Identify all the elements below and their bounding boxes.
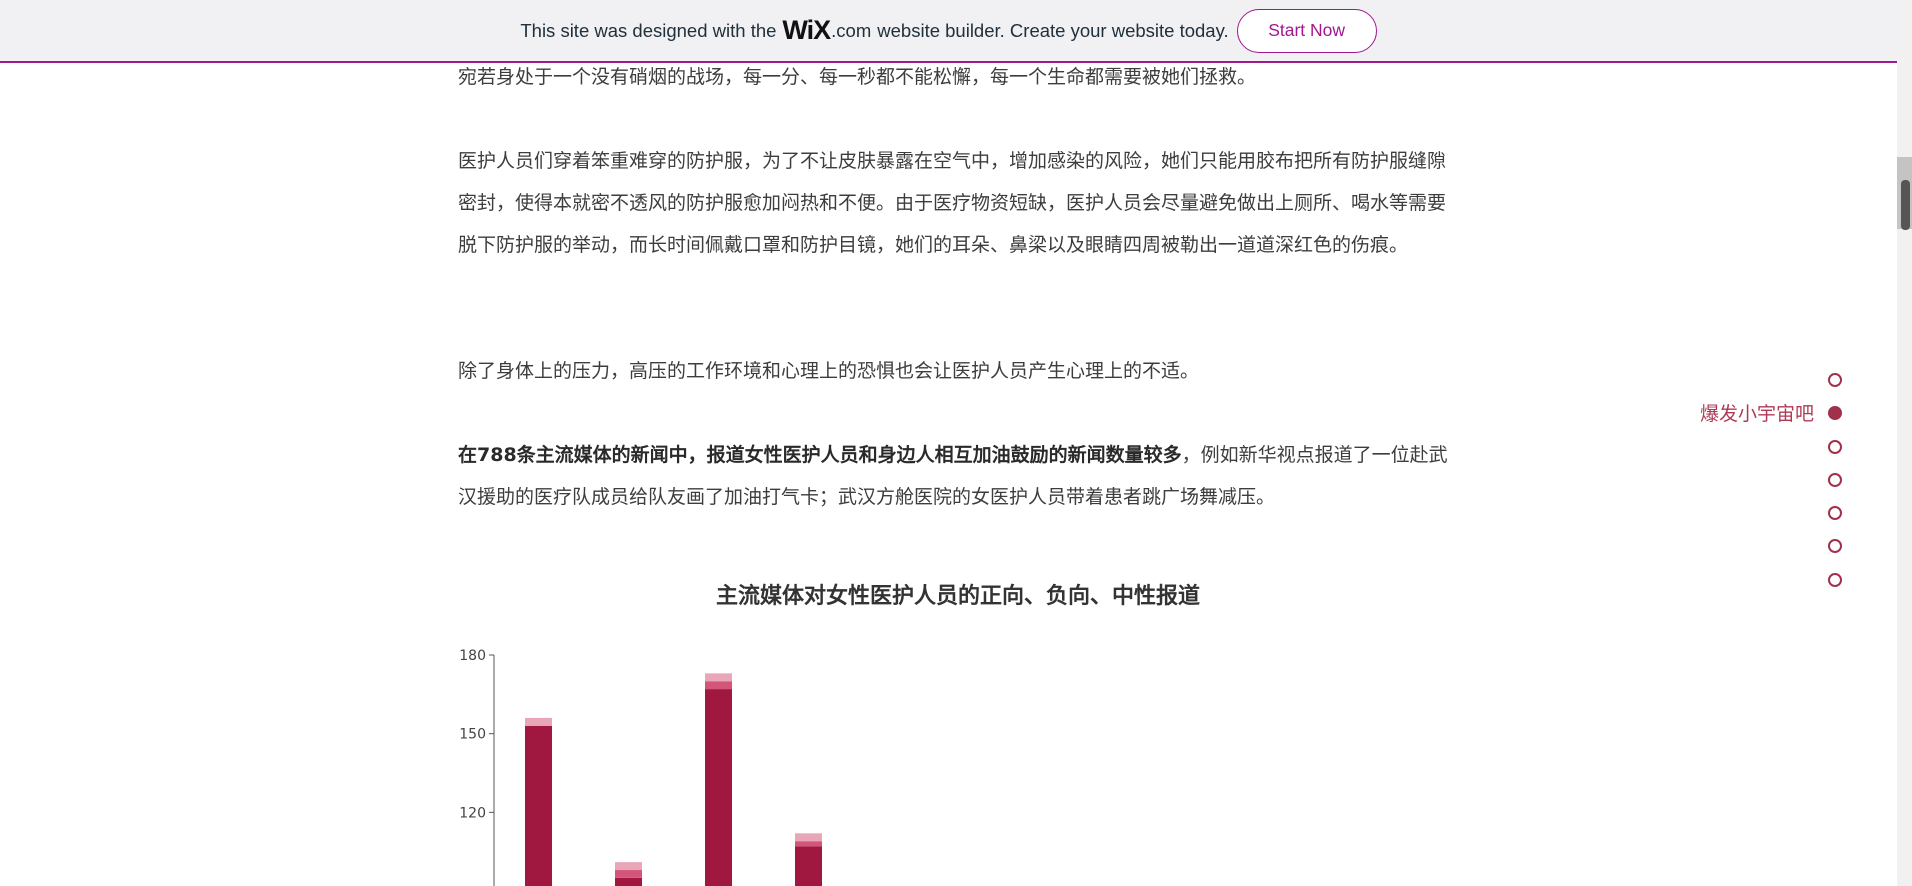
nav-dot-7[interactable] — [1828, 573, 1842, 587]
wix-logo-suffix: .com — [831, 19, 872, 41]
bar-segment-1-3 — [525, 717, 552, 726]
bar-segment-2-1 — [615, 877, 642, 886]
bar-segment-4-3 — [795, 833, 822, 842]
scrollbar-handle[interactable] — [1901, 180, 1910, 230]
banner-text-before: This site was designed with the — [520, 19, 777, 41]
banner-text-after: website builder. Create your website tod… — [877, 19, 1229, 41]
nav-dot-2-active[interactable] — [1828, 406, 1842, 420]
article-paragraph-2: 医护人员们穿着笨重难穿的防护服，为了不让皮肤暴露在空气中，增加感染的风险，她们只… — [458, 140, 1458, 266]
nav-active-label[interactable]: 爆发小宇宙吧 — [1700, 399, 1814, 426]
bar-segment-3-3 — [705, 673, 732, 682]
article-paragraph-4: 在788条主流媒体的新闻中，报道女性医护人员和身边人相互加油鼓励的新闻数量较多，… — [458, 434, 1458, 518]
nav-dot-5[interactable] — [1828, 506, 1842, 520]
y-tick-label: 120 — [459, 805, 486, 821]
y-tick-label: 180 — [459, 648, 486, 664]
nav-dot-1[interactable] — [1828, 373, 1842, 387]
start-now-button[interactable]: Start Now — [1236, 8, 1377, 53]
bar-segment-2-2 — [615, 870, 642, 878]
nav-dot-4[interactable] — [1828, 473, 1842, 487]
paragraph-text: 医护人员们穿着笨重难穿的防护服，为了不让皮肤暴露在空气中，增加感染的风险，她们只… — [458, 150, 1447, 256]
paragraph-bold-text: 在788条主流媒体的新闻中，报道女性医护人员和身边人相互加油鼓励的新闻数量较多 — [458, 444, 1182, 466]
paragraph-text: 除了身体上的压力，高压的工作环境和心理上的恐惧也会让医护人员产生心理上的不适。 — [458, 360, 1200, 382]
stacked-bar-chart: 120 150 180 — [459, 648, 822, 886]
bar-segment-1-1 — [525, 725, 552, 886]
bar-segment-4-2 — [795, 841, 822, 847]
wix-logo: WiX — [782, 15, 831, 45]
paragraph-text: 宛若身处于一个没有硝烟的战场，每一分、每一秒都不能松懈，每一个生命都需要被她们拯… — [458, 66, 1257, 88]
y-tick-label: 150 — [459, 727, 486, 743]
paragraph-text: 在788条主流媒体的新闻中，报道女性医护人员和身边人相互加油鼓励的新闻数量较多，… — [458, 434, 1458, 518]
chart-title: 主流媒体对女性医护人员的正向、负向、中性报道 — [715, 584, 1200, 609]
bar-segment-3-1 — [705, 689, 732, 886]
nav-dot-6[interactable] — [1828, 539, 1842, 553]
article-paragraph-1: 宛若身处于一个没有硝烟的战场，每一分、每一秒都不能松懈，每一个生命都需要被她们拯… — [458, 56, 1458, 98]
bar-segment-4-1 — [795, 846, 822, 886]
article-paragraph-3: 除了身体上的压力，高压的工作环境和心理上的恐惧也会让医护人员产生心理上的不适。 — [458, 350, 1458, 392]
page-scrollbar[interactable] — [1897, 0, 1912, 886]
bar-segment-2-3 — [615, 862, 642, 871]
bar-segment-3-2 — [705, 681, 732, 690]
nav-dot-3[interactable] — [1828, 440, 1842, 454]
wix-banner: This site was designed with the WiX .com … — [0, 0, 1897, 63]
